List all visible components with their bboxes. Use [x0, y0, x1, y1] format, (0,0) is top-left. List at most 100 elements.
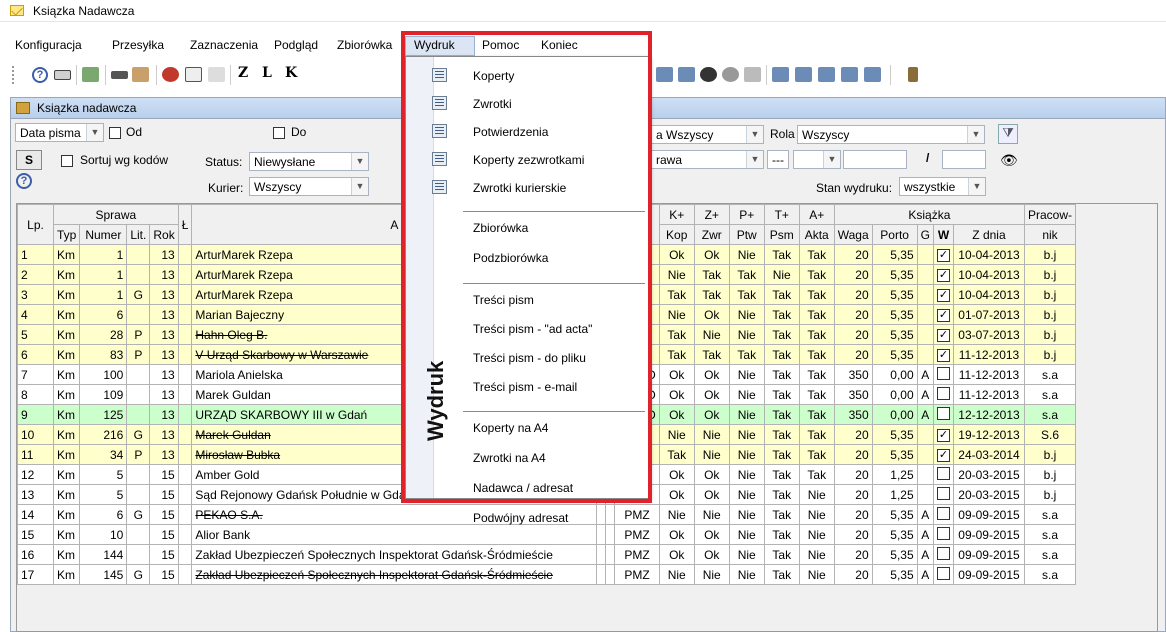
menu-zbiorowka[interactable]: Zbiorówka	[333, 38, 396, 52]
w-checkbox[interactable]	[932, 544, 954, 565]
col-zwr[interactable]: Zwr	[693, 224, 730, 245]
binoculars-icon[interactable]: 👁	[1000, 152, 1018, 169]
w-checkbox[interactable]: ✓	[932, 304, 954, 325]
report5-icon[interactable]	[864, 67, 881, 82]
col-nik[interactable]: nik	[1023, 224, 1077, 245]
col-aplus[interactable]: A+	[798, 204, 835, 225]
menu-podglad[interactable]: Podgląd	[270, 38, 322, 52]
table-row[interactable]: 15 Km 10 15 Alior Bank PMZ Ok Ok Nie Tak Nie 20 5,35…	[17, 524, 1077, 545]
col-z-dnia[interactable]: Z dnia	[952, 224, 1025, 245]
stamp-icon[interactable]	[700, 67, 717, 82]
k-filter-icon[interactable]: K	[285, 65, 297, 81]
sprawa-num-select[interactable]: ▼	[793, 150, 841, 169]
dots-field[interactable]: ---	[767, 150, 789, 169]
col-sprawa-typ[interactable]: Typ	[52, 224, 81, 245]
col-sprawa[interactable]: Sprawa	[53, 204, 179, 225]
w-checkbox[interactable]	[932, 404, 954, 425]
w-checkbox[interactable]	[932, 484, 954, 505]
z-dnia-cell: 20-03-2015	[952, 464, 1025, 485]
w-checkbox[interactable]: ✓	[932, 244, 954, 265]
hand-icon[interactable]	[132, 67, 149, 82]
signature-icon[interactable]	[744, 67, 761, 82]
date-field-select[interactable]: Data pisma ▼	[15, 123, 104, 142]
z-filter-icon[interactable]: Z	[238, 65, 248, 81]
przesylka-typ-cell: PMZ	[614, 504, 660, 525]
w-checkbox[interactable]	[932, 524, 954, 545]
col-g[interactable]: G	[916, 224, 934, 245]
rola-label: Rola	[770, 127, 795, 141]
help-icon[interactable]: ?	[32, 67, 48, 83]
psm-cell: Nie	[763, 264, 800, 285]
col-pplus[interactable]: P+	[728, 204, 765, 225]
seal-icon[interactable]	[722, 67, 739, 82]
report2-icon[interactable]	[795, 67, 812, 82]
rola-select[interactable]: Wszyscy ▼	[797, 125, 985, 144]
year-input[interactable]	[942, 150, 986, 169]
numer-cell: 216	[79, 424, 128, 445]
report3-icon[interactable]	[818, 67, 835, 82]
wydruk-item-3-3[interactable]: Podwójny adresat	[473, 511, 568, 525]
menu-zaznaczenia[interactable]: Zaznaczenia	[186, 38, 262, 52]
users-icon[interactable]	[82, 67, 99, 82]
col-zplus[interactable]: Z+	[693, 204, 730, 225]
col-lit[interactable]: Lit.	[126, 224, 151, 245]
col-l[interactable]: Ł	[177, 204, 193, 245]
import-icon[interactable]	[111, 71, 128, 79]
col-waga[interactable]: Waga	[833, 224, 873, 245]
stan-wydruku-select[interactable]: wszystkie ▼	[899, 177, 986, 196]
filter-funnel-icon[interactable]: ⧩	[998, 124, 1018, 144]
envelope-icon[interactable]	[54, 70, 71, 80]
kurier-select[interactable]: Wszyscy ▼	[249, 177, 369, 196]
table-row[interactable]: 17 Km 145 G 15 Zakład Ubezpieczeń Społecznych…	[17, 564, 1077, 585]
s-button[interactable]: S	[16, 150, 42, 170]
w-checkbox[interactable]: ✓	[932, 424, 954, 445]
col-kplus[interactable]: K+	[658, 204, 695, 225]
sprawa-number-input[interactable]	[843, 150, 907, 169]
col-numer[interactable]: Numer	[79, 224, 128, 245]
w-checkbox[interactable]	[932, 464, 954, 485]
col-pracownik[interactable]: Pracow-	[1023, 204, 1077, 225]
typ-select[interactable]: a Wszyscy ▼	[652, 125, 764, 144]
w-checkbox[interactable]	[932, 384, 954, 405]
akta-cell: Nie	[798, 544, 835, 565]
do-checkbox[interactable]	[273, 127, 285, 139]
status-select[interactable]: Niewysłane ▼	[249, 152, 369, 171]
eraser-icon[interactable]	[208, 67, 225, 82]
col-psm[interactable]: Psm	[763, 224, 800, 245]
w-checkbox[interactable]: ✓	[932, 344, 954, 365]
col-akta[interactable]: Akta	[798, 224, 835, 245]
col-ptw[interactable]: Ptw	[728, 224, 765, 245]
print-list2-icon[interactable]	[678, 67, 695, 82]
menu-przesylka[interactable]: Przesyłka	[108, 38, 168, 52]
col-tplus[interactable]: T+	[763, 204, 800, 225]
w-checkbox[interactable]: ✓	[932, 324, 954, 345]
pracownik-cell: b.j	[1023, 284, 1077, 305]
od-checkbox[interactable]	[109, 127, 121, 139]
menu-konfiguracja[interactable]: Konfiguracja	[11, 38, 86, 52]
col-porto[interactable]: Porto	[871, 224, 918, 245]
akta-cell: Nie	[798, 564, 835, 585]
w-checkbox[interactable]	[932, 364, 954, 385]
w-checkbox[interactable]: ✓	[932, 264, 954, 285]
sprawa-select[interactable]: rawa ▼	[652, 150, 764, 169]
w-checkbox[interactable]: ✓	[932, 444, 954, 465]
kop-cell: Tak	[658, 284, 695, 305]
report1-icon[interactable]	[772, 67, 789, 82]
table-row[interactable]: 16 Km 144 15 Zakład Ubezpieczeń Społecznych …	[17, 544, 1077, 565]
exit-door-icon[interactable]	[908, 67, 918, 82]
delete-doc-icon[interactable]	[185, 67, 202, 82]
w-checkbox[interactable]	[932, 504, 954, 525]
w-checkbox[interactable]: ✓	[932, 284, 954, 305]
filter-help-icon[interactable]: ?	[16, 173, 32, 189]
print-list-icon[interactable]	[656, 67, 673, 82]
l-filter-icon[interactable]: L	[262, 65, 272, 81]
globe-icon[interactable]	[162, 67, 179, 82]
col-ksiazka[interactable]: Książka	[833, 204, 1025, 225]
w-checkbox[interactable]	[932, 564, 954, 585]
col-w[interactable]: W	[932, 224, 954, 245]
report4-icon[interactable]	[841, 67, 858, 82]
col-kop[interactable]: Kop	[658, 224, 695, 245]
sort-checkbox[interactable]	[61, 155, 73, 167]
col-lp[interactable]: Lp.	[17, 204, 54, 245]
col-rok[interactable]: Rok	[149, 224, 179, 245]
